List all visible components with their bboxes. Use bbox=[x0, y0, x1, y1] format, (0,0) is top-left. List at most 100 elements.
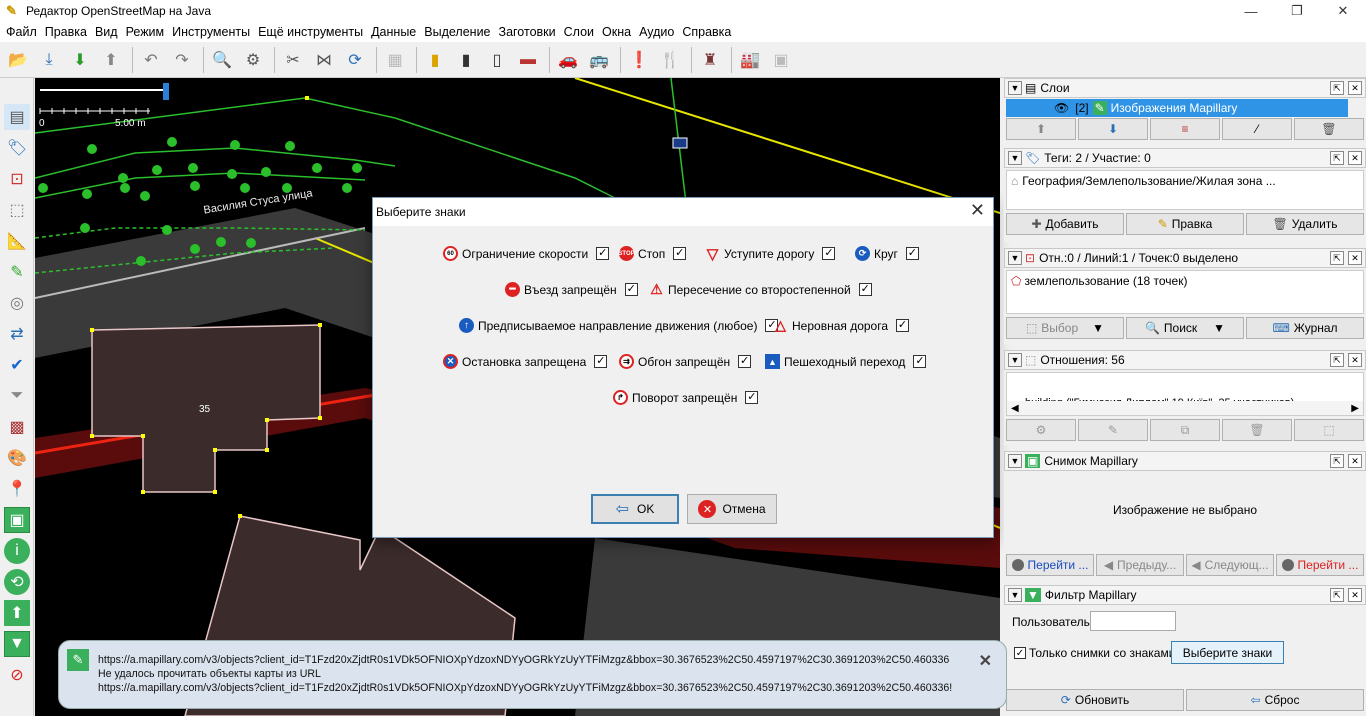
collapse-icon[interactable]: ▼ bbox=[1008, 151, 1022, 165]
collapse-icon[interactable]: ▼ bbox=[1008, 353, 1022, 367]
save-icon[interactable]: ⤓ bbox=[35, 46, 63, 74]
road-yellow-icon[interactable]: ▮ bbox=[421, 46, 449, 74]
sign-checkbox-no-overtaking[interactable]: ✓ bbox=[738, 355, 752, 368]
conflict-icon[interactable]: ⇄ bbox=[4, 321, 30, 347]
history-button[interactable]: ⌨ Журнал bbox=[1246, 317, 1364, 339]
sign-checkbox-yield[interactable]: ✓ bbox=[822, 247, 836, 260]
layer-visibility-button[interactable]: ⁄ bbox=[1222, 118, 1292, 140]
menu-data[interactable]: Данные bbox=[367, 25, 420, 39]
search-button[interactable]: 🔍 Поиск ▼ bbox=[1126, 317, 1244, 339]
upload-icon[interactable]: ⬆ bbox=[97, 46, 125, 74]
relation-duplicate-button[interactable]: ⧉ bbox=[1150, 419, 1220, 441]
menu-file[interactable]: Файл bbox=[2, 25, 41, 39]
user-input[interactable] bbox=[1090, 611, 1176, 631]
relation-delete-button[interactable]: 🗑 bbox=[1222, 419, 1292, 441]
sign-checkbox-stop[interactable]: ✓ bbox=[673, 247, 687, 260]
scale-handle[interactable] bbox=[163, 83, 169, 100]
relations-list[interactable]: building ("Гимназия Диплом" 19 Київ", 25… bbox=[1006, 372, 1364, 416]
style-icon[interactable]: 🎨 bbox=[4, 445, 30, 471]
menu-audio[interactable]: Аудио bbox=[635, 25, 678, 39]
sign-checkbox-no-entry[interactable]: ✓ bbox=[624, 283, 638, 296]
undock-icon[interactable]: ⇱ bbox=[1330, 588, 1344, 602]
delete-layer-button[interactable]: 🗑 bbox=[1294, 118, 1364, 140]
panel-close-icon[interactable]: ✕ bbox=[1348, 151, 1362, 165]
move-down-button[interactable]: ⬇ bbox=[1078, 118, 1148, 140]
menu-more-tools[interactable]: Ещё инструменты bbox=[254, 25, 367, 39]
measure-icon[interactable]: 📐 bbox=[4, 228, 30, 254]
undock-icon[interactable]: ⇱ bbox=[1330, 81, 1344, 95]
redo-icon[interactable]: ↷ bbox=[168, 46, 196, 74]
menu-tools[interactable]: Инструменты bbox=[168, 25, 254, 39]
previous-button[interactable]: ◀ Предыду... bbox=[1096, 554, 1184, 576]
goto-red-button[interactable]: Перейти ... bbox=[1276, 554, 1364, 576]
selection-list[interactable]: ⬠ землепользование (18 точек) bbox=[1006, 270, 1364, 314]
collapse-icon[interactable]: ▼ bbox=[1008, 251, 1022, 265]
menu-windows[interactable]: Окна bbox=[598, 25, 635, 39]
castle-icon[interactable]: ♜ bbox=[696, 46, 724, 74]
menu-help[interactable]: Справка bbox=[678, 25, 735, 39]
move-up-button[interactable]: ⬆ bbox=[1006, 118, 1076, 140]
mapillary-image-icon[interactable]: ▣ bbox=[4, 507, 30, 533]
notification-close-icon[interactable]: ✕ bbox=[979, 651, 992, 671]
car-icon[interactable]: 🚗 bbox=[554, 46, 582, 74]
tag-icon[interactable]: 🏷 bbox=[4, 135, 30, 161]
add-tag-button[interactable]: ✚ Добавить bbox=[1006, 213, 1124, 235]
zoom-icon[interactable]: 🔍 bbox=[208, 46, 236, 74]
dialog-close-icon[interactable]: ✕ bbox=[970, 200, 985, 221]
sign-marker[interactable] bbox=[672, 137, 688, 149]
relation-edit-button[interactable]: ✎ bbox=[1078, 419, 1148, 441]
merge-layer-button[interactable]: ≡ bbox=[1150, 118, 1220, 140]
reset-button[interactable]: ⇦ Сброс bbox=[1186, 689, 1364, 711]
panel-close-icon[interactable]: ✕ bbox=[1348, 251, 1362, 265]
restaurant-icon[interactable]: 🍴 bbox=[656, 46, 684, 74]
selection-item[interactable]: ⬠ землепользование (18 точек) bbox=[1007, 271, 1363, 291]
menu-selection[interactable]: Выделение bbox=[420, 25, 494, 39]
split-way-icon[interactable]: ✂ bbox=[279, 46, 307, 74]
next-button[interactable]: ◀ Следующ... bbox=[1186, 554, 1274, 576]
preferences-icon[interactable]: ⚙ bbox=[239, 46, 267, 74]
filter-icon[interactable]: ⏷ bbox=[4, 383, 30, 409]
collapse-icon[interactable]: ▼ bbox=[1008, 454, 1022, 468]
undo-icon[interactable]: ↶ bbox=[137, 46, 165, 74]
layer-row-mapillary[interactable]: 👁 [2] ✎ Изображения Mapillary bbox=[1006, 99, 1348, 117]
scroll-left-icon[interactable]: ◀ bbox=[1011, 403, 1019, 414]
draw-mode-icon[interactable]: ⊡ bbox=[4, 166, 30, 192]
minimize-icon[interactable]: — bbox=[1228, 0, 1274, 22]
undock-icon[interactable]: ⇱ bbox=[1330, 454, 1344, 468]
eye-icon[interactable]: 👁 bbox=[1054, 101, 1069, 115]
update-button[interactable]: ⟳ Обновить bbox=[1006, 689, 1184, 711]
panel-close-icon[interactable]: ✕ bbox=[1348, 454, 1362, 468]
sign-checkbox-pedestrian-crossing[interactable]: ✓ bbox=[913, 355, 927, 368]
sign-checkbox-no-stopping[interactable]: ✓ bbox=[594, 355, 608, 368]
sign-checkbox-no-turn[interactable]: ✓ bbox=[745, 391, 759, 404]
preset-row[interactable]: ⌂ География/Землепользование/Жилая зона … bbox=[1007, 171, 1363, 191]
undock-icon[interactable]: ⇱ bbox=[1330, 251, 1344, 265]
relation-settings-button[interactable]: ⚙ bbox=[1006, 419, 1076, 441]
undock-icon[interactable]: ⇱ bbox=[1330, 353, 1344, 367]
hazard-icon[interactable]: ❗ bbox=[625, 46, 653, 74]
panel-close-icon[interactable]: ✕ bbox=[1348, 81, 1362, 95]
wall-icon[interactable]: ▬ bbox=[514, 46, 542, 74]
reverse-way-icon[interactable]: ⟳ bbox=[341, 46, 369, 74]
road-dark-icon[interactable]: ▮ bbox=[452, 46, 480, 74]
sign-checkbox-speed-limit[interactable]: ✓ bbox=[596, 247, 610, 260]
close-icon[interactable]: ✕ bbox=[1320, 0, 1366, 22]
menu-mode[interactable]: Режим bbox=[122, 25, 169, 39]
delete-tag-button[interactable]: 🗑 Удалить bbox=[1246, 213, 1364, 235]
collapse-icon[interactable]: ▼ bbox=[1008, 81, 1022, 95]
ok-button[interactable]: ⇦ OK bbox=[591, 494, 679, 524]
improve-way-icon[interactable]: ◎ bbox=[4, 290, 30, 316]
sign-checkbox-uneven-road[interactable]: ✓ bbox=[896, 319, 910, 332]
upload-mapillary-icon[interactable]: ⬆ bbox=[4, 600, 30, 626]
bus-icon[interactable]: 🚌 bbox=[585, 46, 613, 74]
zoom-mode-icon[interactable]: ⬚ bbox=[4, 197, 30, 223]
edit-tag-button[interactable]: ✎ Правка bbox=[1126, 213, 1244, 235]
combine-way-icon[interactable]: ⋈ bbox=[310, 46, 338, 74]
maximize-icon[interactable]: ❐ bbox=[1274, 0, 1320, 22]
goto-button[interactable]: Перейти ... bbox=[1006, 554, 1094, 576]
sign-checkbox-roundabout[interactable]: ✓ bbox=[905, 247, 919, 260]
undock-icon[interactable]: ⇱ bbox=[1330, 151, 1344, 165]
paint-icon[interactable]: ✎ bbox=[4, 259, 30, 285]
select-button[interactable]: ⬚ Выбор ▼ bbox=[1006, 317, 1124, 339]
menu-presets[interactable]: Заготовки bbox=[495, 25, 560, 39]
